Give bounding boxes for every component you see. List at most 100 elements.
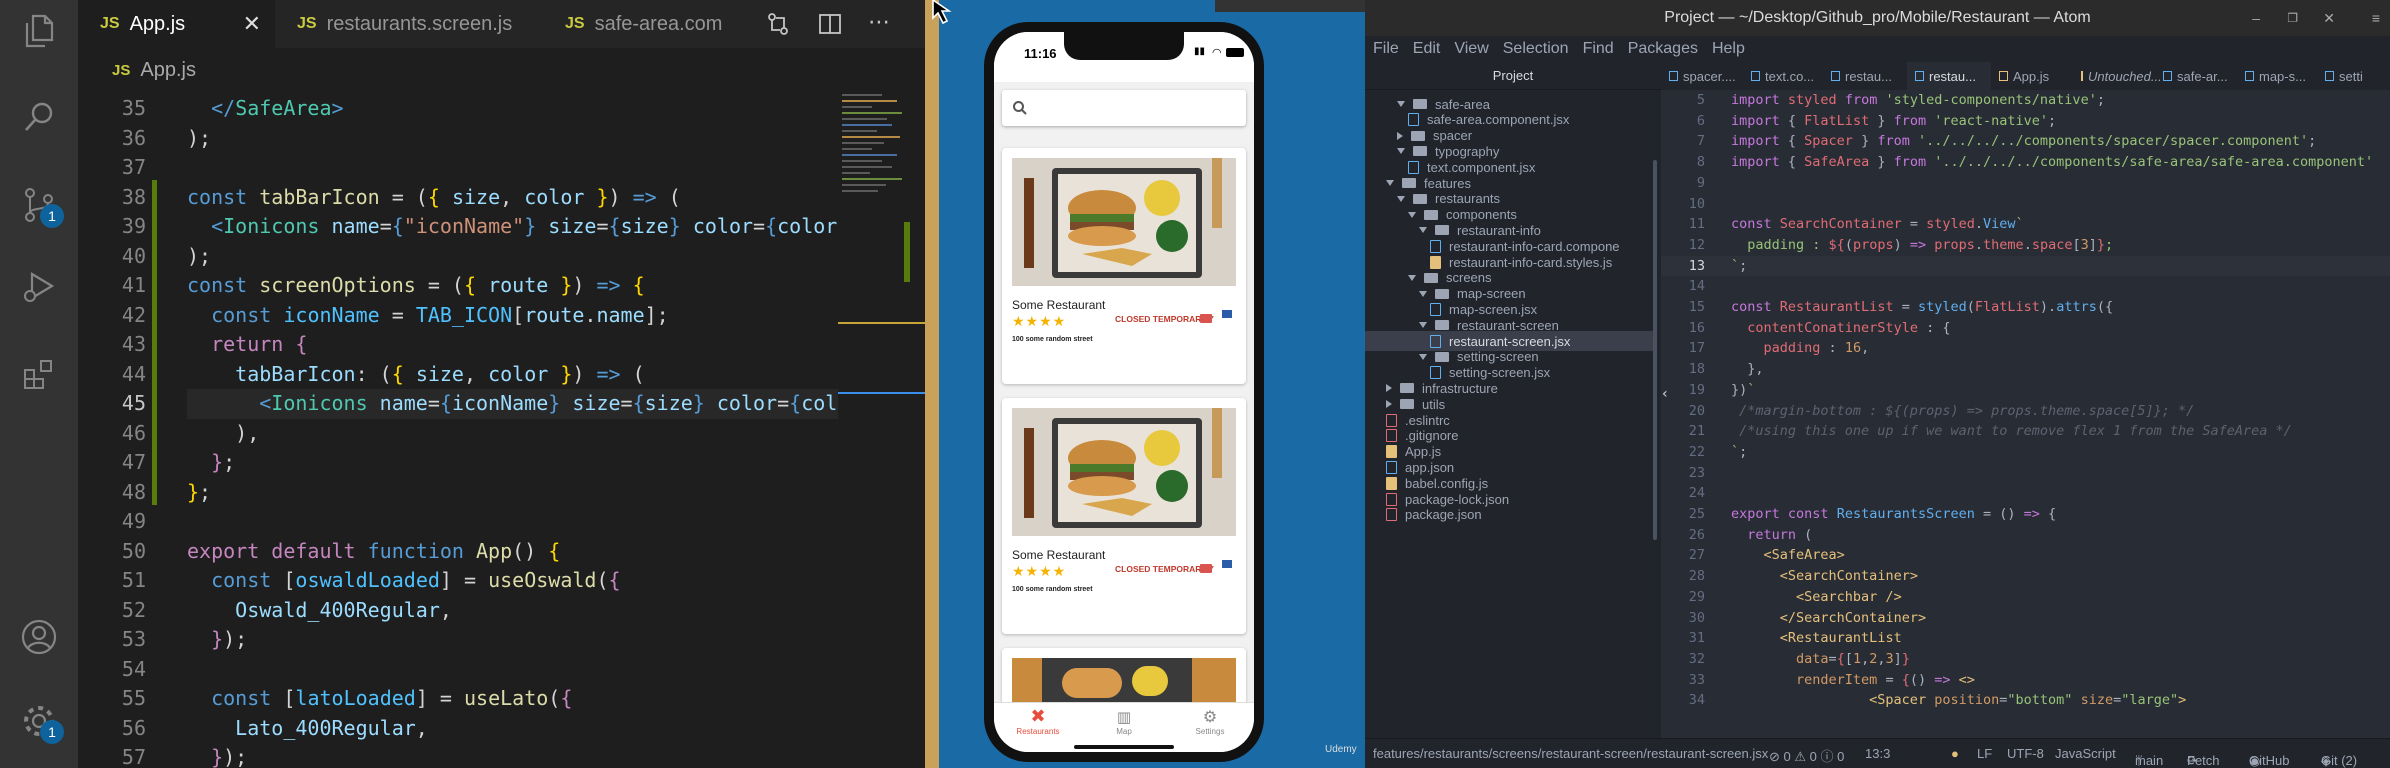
atom-tab[interactable]: text.co...	[1743, 62, 1823, 90]
minimize-icon[interactable]: –	[2252, 10, 2260, 26]
menu-icon[interactable]: ≡	[2372, 10, 2380, 26]
atom-tab[interactable]: Untouched...	[2073, 62, 2162, 90]
line-number: 51	[121, 568, 146, 592]
line-number: 35	[121, 96, 146, 120]
line-number: 15	[1688, 299, 1705, 315]
code-line: const [latoLoaded] = useLato({	[211, 686, 573, 710]
atom-tab[interactable]: restau...	[1823, 62, 1907, 90]
open-icon	[1200, 564, 1212, 573]
searchbar[interactable]	[1002, 90, 1246, 126]
status-grammar[interactable]: JavaScript	[2055, 746, 2116, 761]
status-time: 11:16	[1024, 46, 1057, 61]
source-control-icon[interactable]: 1	[14, 180, 64, 230]
chevron-down-icon	[1397, 148, 1405, 155]
status-encoding[interactable]: UTF-8	[2007, 746, 2044, 761]
search-icon[interactable]	[14, 92, 64, 142]
line-number: 39	[121, 214, 146, 238]
atom-tab[interactable]: safe-ar...	[2155, 62, 2237, 90]
settings-gear-icon[interactable]: 1	[14, 696, 64, 746]
collapse-arrow-icon[interactable]: ‹	[1662, 386, 1668, 402]
atom-tab-label: Untouched...	[2088, 68, 2162, 84]
signal-icon: ▮▮	[1194, 46, 1206, 57]
file-icon	[2163, 71, 2172, 81]
tab-label: Map	[1116, 727, 1132, 736]
tab-map[interactable]: ▥ Map	[1094, 707, 1154, 736]
atom-tab[interactable]: App.js	[1991, 62, 2073, 90]
cursor-line-highlight	[1661, 255, 2390, 277]
code-line: });	[211, 745, 248, 768]
restaurant-card[interactable]	[1002, 648, 1246, 708]
search-icon	[1013, 101, 1027, 115]
menu-view[interactable]: View	[1454, 40, 1488, 58]
file-icon	[1386, 460, 1397, 474]
tab-restaurants[interactable]: ✖ Restaurants	[1008, 707, 1068, 737]
atom-tab-label: spacer....	[1683, 68, 1736, 84]
account-icon[interactable]	[14, 612, 64, 662]
file-icon	[1430, 334, 1441, 348]
code-line: Oswald_400Regular,	[235, 597, 452, 622]
menu-packages[interactable]: Packages	[1628, 40, 1698, 58]
line-number: 47	[121, 450, 146, 474]
tab-app-js[interactable]: JS App.js ✕	[78, 0, 275, 48]
close-window-icon[interactable]: ✕	[2323, 10, 2335, 27]
restore-icon[interactable]: ❐	[2287, 11, 2298, 25]
code-line: </SearchContainer>	[1779, 609, 1927, 626]
file-icon	[1751, 71, 1760, 81]
status-file-path[interactable]: features/restaurants/screens/restaurant-…	[1373, 746, 1768, 761]
atom-tab-label: safe-ar...	[2177, 68, 2228, 84]
code-editor[interactable]: 35 36 37 38 39 40 41 42 43 44 45 46 47 48 49 50 51 52 53 54…	[78, 92, 838, 768]
status-cursor-position[interactable]: 13:3	[1865, 746, 1890, 761]
open-changes-icon[interactable]	[766, 12, 790, 40]
restaurant-card[interactable]: Some Restaurant ★★★★ 100 some random str…	[1002, 398, 1246, 634]
folder-icon	[1413, 146, 1427, 157]
line-number: 12	[1688, 236, 1705, 253]
chevron-down-icon	[1419, 227, 1427, 234]
run-debug-icon[interactable]	[14, 262, 64, 312]
line-number: 24	[1688, 485, 1705, 502]
tab-restaurants-screen[interactable]: JS restaurants.screen.js	[275, 0, 543, 48]
chevron-down-icon	[1386, 180, 1394, 186]
folder-icon	[1435, 320, 1449, 331]
atom-tab[interactable]: restau...	[1907, 62, 1991, 90]
line-number: 32	[1688, 650, 1705, 667]
status-diagnostics[interactable]: ⊘ 0 ⚠ 0 ⓘ 0	[1769, 746, 1844, 765]
file-icon	[1430, 302, 1441, 316]
restaurant-card[interactable]: Some Restaurant ★★★★ 100 some random str…	[1002, 148, 1246, 384]
atom-tab[interactable]: spacer....	[1661, 62, 1743, 90]
chevron-right-icon	[1386, 384, 1392, 393]
explorer-icon[interactable]	[14, 6, 64, 56]
folder-icon	[1435, 225, 1449, 236]
split-editor-icon[interactable]	[818, 12, 842, 40]
line-number: 30	[1688, 609, 1705, 626]
menu-find[interactable]: Find	[1583, 40, 1614, 58]
menu-file[interactable]: File	[1373, 40, 1399, 58]
line-number: 53	[121, 627, 146, 651]
menu-selection[interactable]: Selection	[1503, 40, 1569, 58]
tab-safe-area[interactable]: JS safe-area.com	[543, 0, 743, 48]
atom-tab[interactable]: map-s...	[2237, 62, 2317, 90]
status-dot-icon: ●	[1951, 746, 1959, 761]
breadcrumb[interactable]: JS App.js	[78, 48, 925, 92]
tab-settings[interactable]: ⚙ Settings	[1180, 707, 1240, 736]
phone-screen: 11:16 ▮▮ ◠ Some Restaurant ★★★★ 100 some…	[994, 32, 1254, 752]
tree-item[interactable]: package.json	[1386, 505, 1482, 525]
chevron-down-icon	[1408, 274, 1416, 281]
line-number: 14	[1688, 278, 1705, 295]
code-line: };	[211, 450, 236, 474]
chevron-down-icon	[1419, 322, 1427, 329]
close-icon[interactable]: ✕	[243, 11, 261, 37]
status-line-ending[interactable]: LF	[1977, 746, 1992, 761]
menu-edit[interactable]: Edit	[1413, 40, 1441, 58]
file-icon	[1430, 366, 1441, 380]
extensions-icon[interactable]	[14, 350, 64, 400]
atom-tab[interactable]: setti	[2317, 62, 2390, 90]
atom-code-editor[interactable]: 5 6 7 8 9 10 11 12 13 14 15 16 17 18 19 20 21 22 23 24 25 26 2…	[1661, 90, 2390, 738]
line-number: 42	[121, 302, 146, 327]
code-line: import styled from 'styled-components/na…	[1731, 92, 2105, 108]
menu-help[interactable]: Help	[1712, 40, 1745, 58]
tab-label: safe-area.com	[594, 12, 723, 35]
tree-scrollbar[interactable]	[1653, 160, 1657, 540]
more-actions-icon[interactable]: ⋯	[868, 10, 890, 35]
minimap[interactable]	[838, 92, 925, 768]
settings-icon: ⚙	[1202, 707, 1218, 726]
